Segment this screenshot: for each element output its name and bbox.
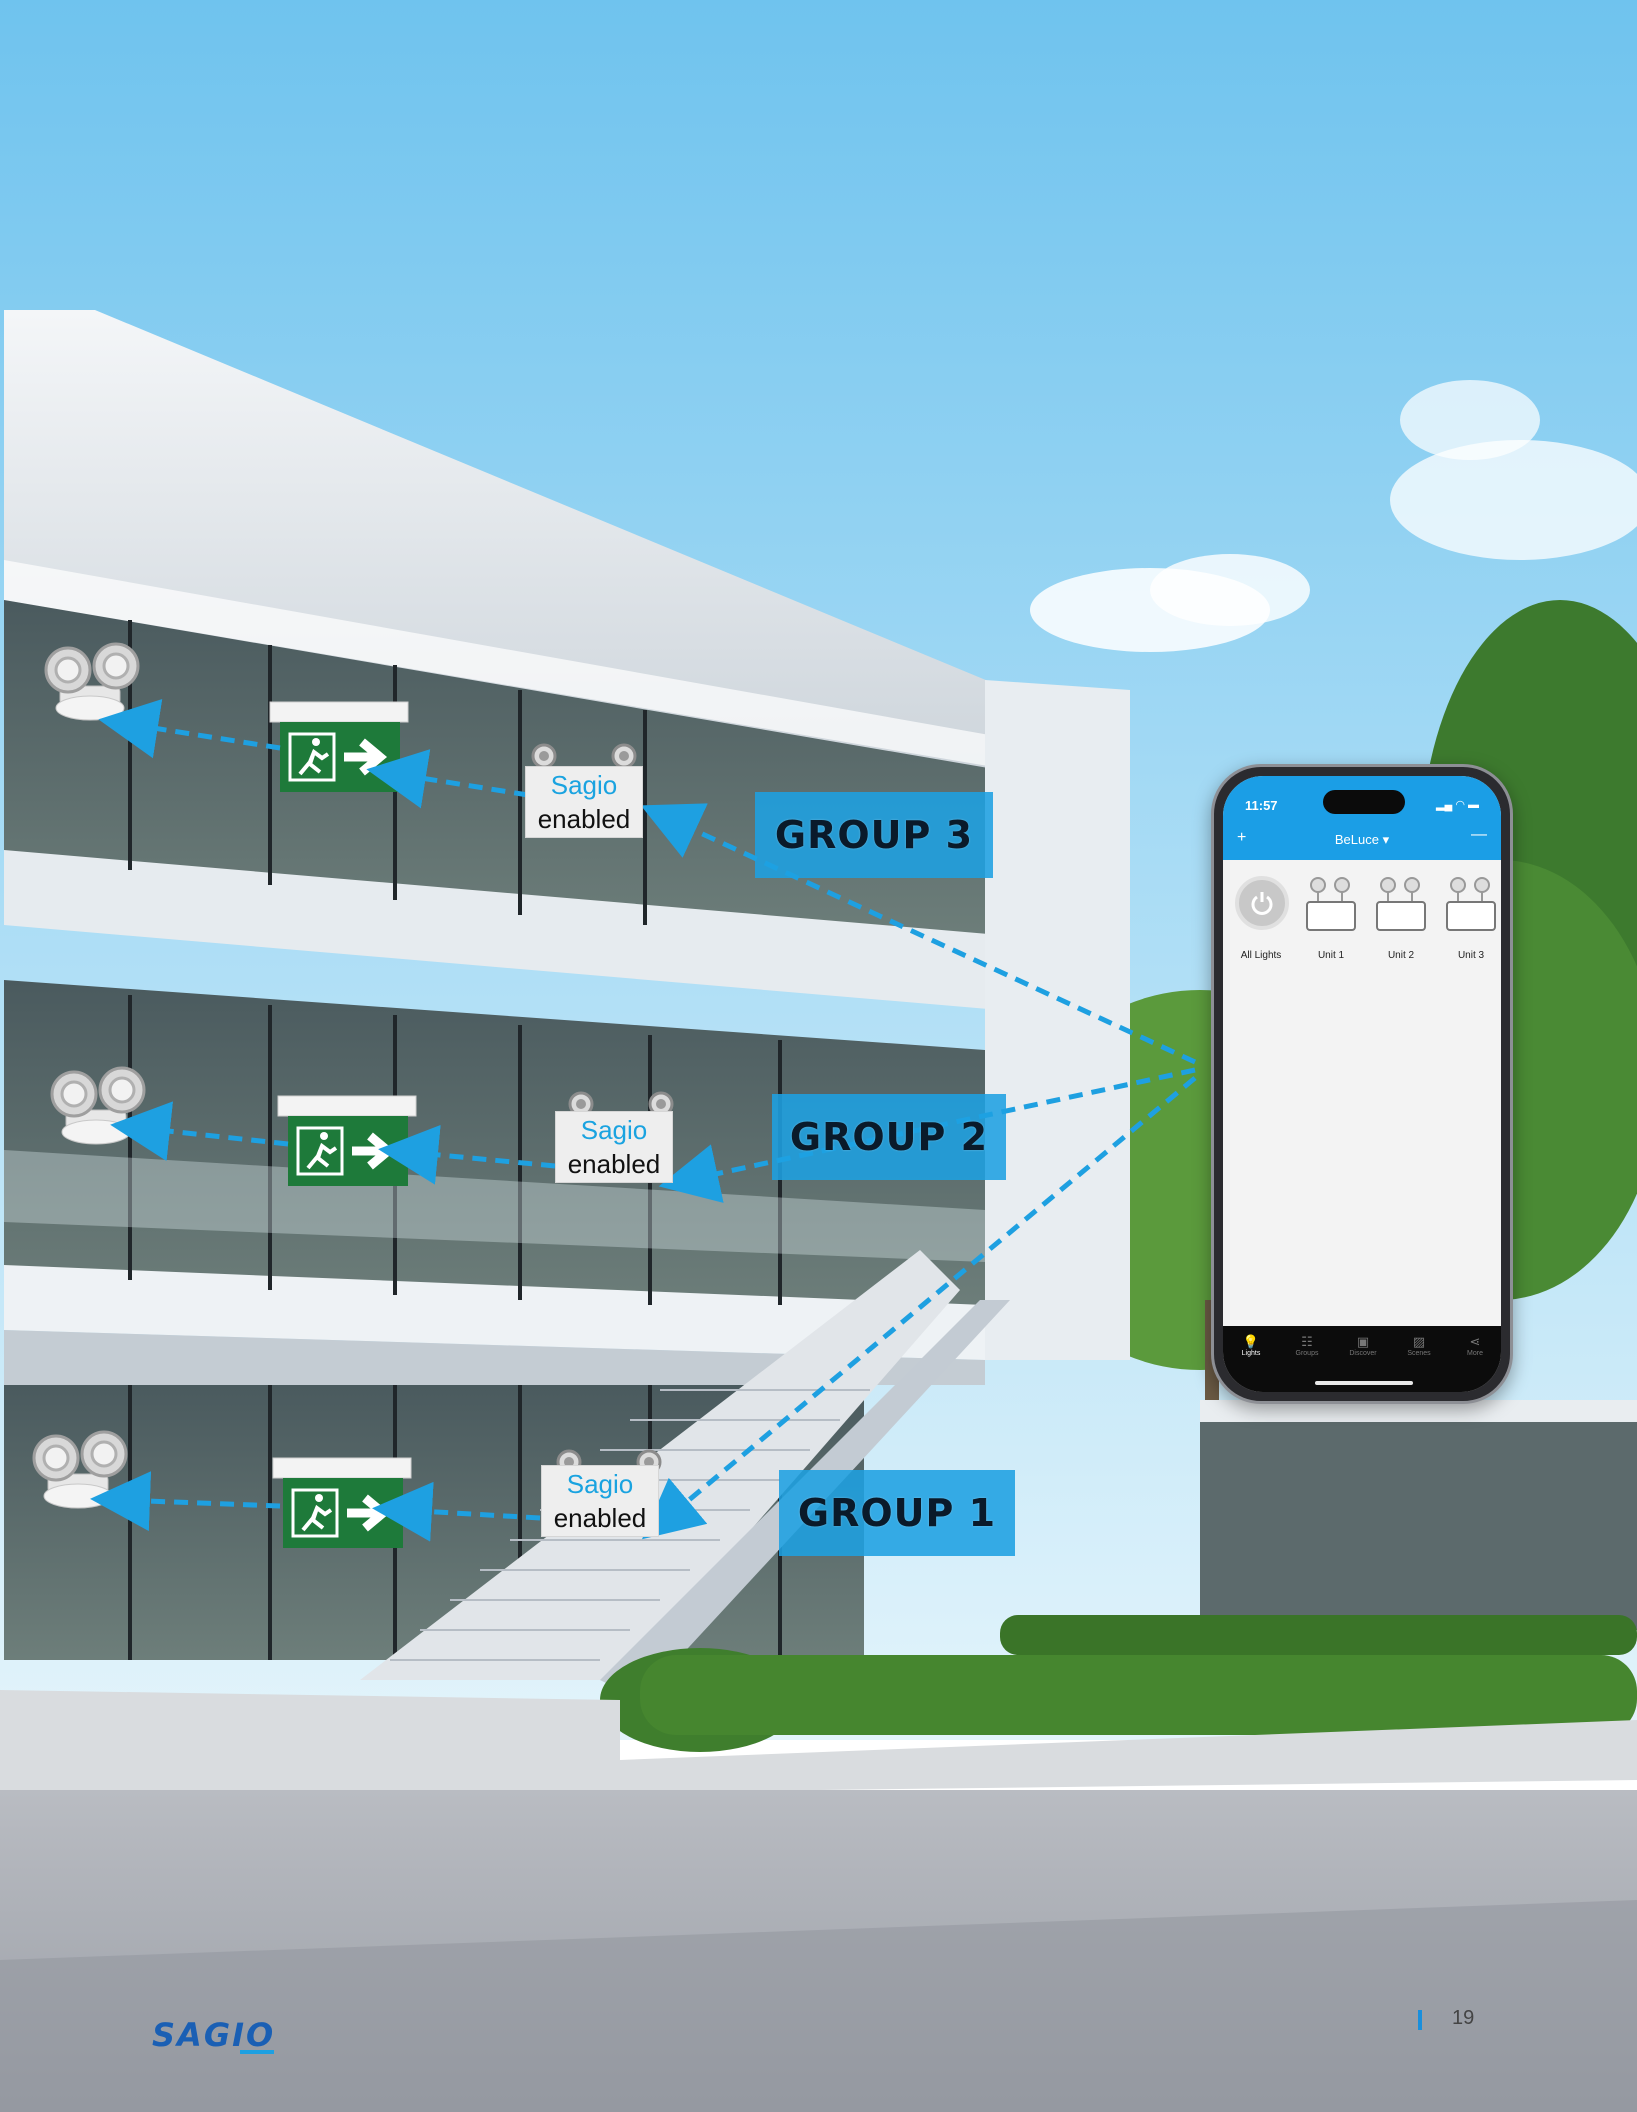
remote-head-icon [32,1430,128,1510]
sagio-logo: SAGIO [152,2016,275,2054]
bulb-icon: 💡 [1242,1334,1260,1349]
home-indicator [1315,1381,1413,1385]
app-header: 11:57 ▂▄ ◠ ▬ + BeLuce ▾ — [1223,776,1501,860]
tab-scenes[interactable]: ▨ Scenes [1391,1334,1447,1357]
tab-bar: 💡 Lights ☷ Groups ▣ Discover ▨ Scenes ⋖ More [1223,1326,1501,1392]
sagio-label: Sagio [550,770,618,800]
tab-lights[interactable]: 💡 Lights [1223,1334,1279,1357]
group-3-label: GROUP 3 [755,792,993,878]
exit-sign-icon [273,1458,411,1548]
scenes-icon: ▨ [1412,1334,1426,1349]
sagio-enabled-box: Sagio enabled [525,766,643,838]
remote-head-icon [1306,877,1356,931]
tile-caption: Unit 2 [1387,950,1415,961]
dynamic-island [1323,790,1405,814]
tab-groups[interactable]: ☷ Groups [1279,1334,1335,1357]
svg-text:SAGIO: SAGIO [152,2016,275,2054]
exit-sign-icon [278,1096,416,1186]
enabled-label: enabled [553,1503,647,1533]
share-icon: ⋖ [1469,1334,1481,1349]
page: Sagio enabled Sagio enabled Sagio enable… [0,0,1637,2112]
enabled-label: enabled [537,804,631,834]
tab-more[interactable]: ⋖ More [1447,1334,1501,1357]
more-icon[interactable]: — [1471,826,1487,844]
remote-head-icon [1446,877,1496,931]
page-number-marker [1418,2010,1422,2030]
sagio-label: Sagio [566,1469,634,1499]
tile-caption: All Lights [1240,950,1282,961]
enabled-label: enabled [567,1149,661,1179]
sagio-enabled-box: Sagio enabled [541,1465,659,1537]
group-1-label: GROUP 1 [779,1470,1015,1556]
status-time: 11:57 [1245,798,1278,813]
sagio-enabled-box: Sagio enabled [555,1111,673,1183]
remote-head-icon [50,1066,146,1146]
sagio-label: Sagio [580,1115,648,1145]
tile-caption: Unit 3 [1457,950,1485,961]
phone-screen: 11:57 ▂▄ ◠ ▬ + BeLuce ▾ — All Lights Uni… [1223,776,1501,1392]
remote-head-icon [1376,877,1426,931]
smartphone: 11:57 ▂▄ ◠ ▬ + BeLuce ▾ — All Lights Uni… [1211,764,1513,1404]
remote-head-icon [44,642,140,722]
power-icon [1235,876,1289,930]
discover-icon: ▣ [1356,1334,1370,1349]
tile-caption: Unit 1 [1317,950,1345,961]
page-number: 19 [1452,2007,1475,2029]
status-icons: ▂▄ ◠ ▬ [1436,799,1479,811]
tab-discover[interactable]: ▣ Discover [1335,1334,1391,1357]
app-title[interactable]: BeLuce ▾ [1223,832,1501,848]
exit-sign-icon [270,702,408,792]
groups-icon: ☷ [1301,1334,1313,1349]
group-2-label: GROUP 2 [772,1094,1006,1180]
